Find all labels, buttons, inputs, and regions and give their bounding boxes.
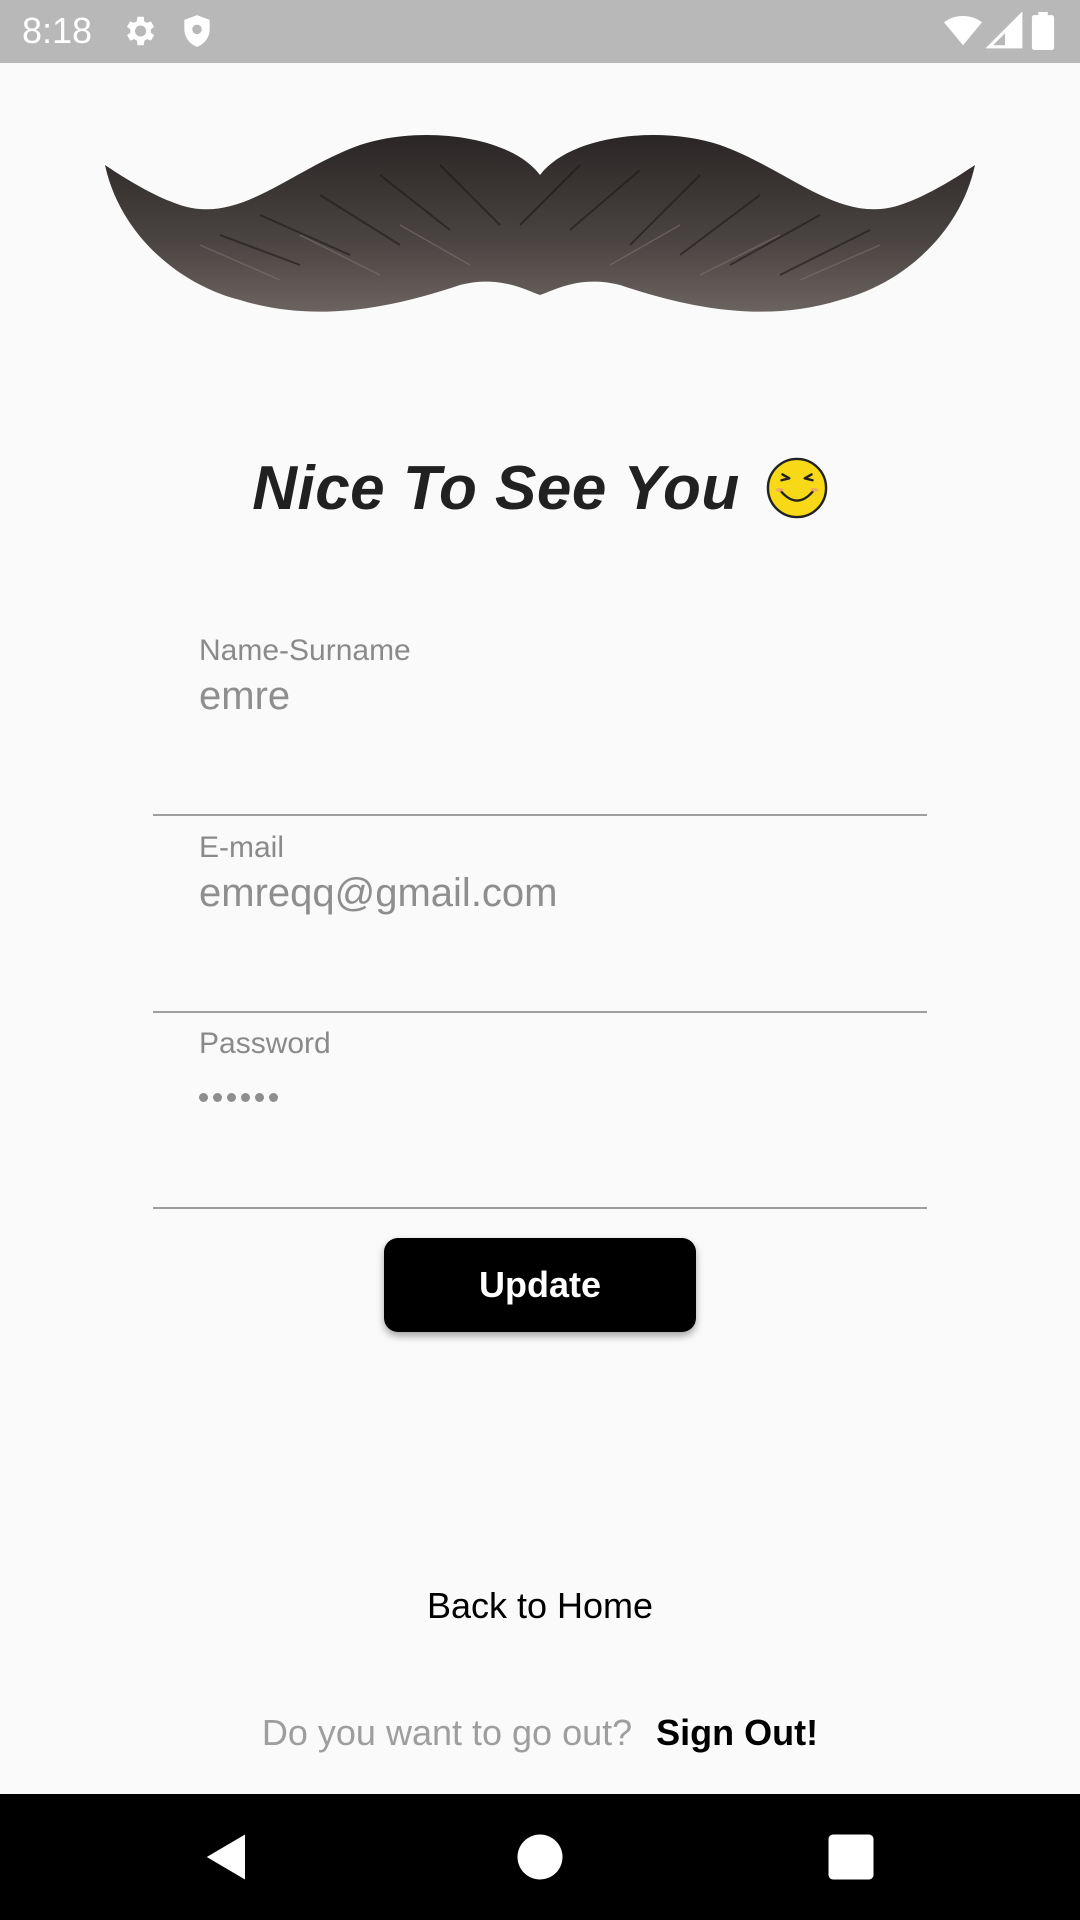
password-field-label: Password: [199, 1027, 331, 1060]
password-mask-dot: [213, 1093, 222, 1102]
recents-icon[interactable]: [824, 1830, 878, 1884]
shield-icon: [178, 12, 216, 50]
password-input[interactable]: [199, 1093, 278, 1107]
settings-icon: [120, 12, 158, 50]
password-field[interactable]: Password: [153, 1027, 927, 1209]
name-field-label: Name-Surname: [199, 634, 411, 667]
email-field-label: E-mail: [199, 831, 285, 864]
name-field[interactable]: Name-Surname emre: [153, 634, 927, 816]
email-input[interactable]: emreqq@gmail.com: [199, 871, 899, 916]
home-icon[interactable]: [513, 1830, 567, 1884]
battery-icon: [1030, 12, 1056, 50]
password-mask-dot: [269, 1093, 278, 1102]
signout-link[interactable]: Sign Out!: [656, 1712, 818, 1754]
password-mask-dot: [255, 1093, 264, 1102]
password-mask-dot: [241, 1093, 250, 1102]
status-bar: 8:18: [0, 0, 1080, 63]
greeting-title-row: Nice To See You: [0, 448, 1080, 528]
signal-icon: [986, 12, 1024, 50]
laughing-smiley-icon: [766, 457, 828, 519]
screen: 8:18 Nice To See You Name-Surname emre E…: [0, 0, 1080, 1920]
password-mask-dot: [199, 1093, 208, 1102]
status-time: 8:18: [22, 10, 93, 51]
back-icon[interactable]: [200, 1830, 254, 1884]
signout-question: Do you want to go out?: [261, 1712, 633, 1753]
page-title: Nice To See You: [252, 453, 740, 523]
navigation-bar: [0, 1794, 1080, 1920]
back-to-home-link[interactable]: Back to Home: [0, 1585, 1080, 1627]
name-input[interactable]: emre: [199, 674, 899, 719]
update-button[interactable]: Update: [384, 1238, 696, 1332]
wifi-icon: [944, 12, 982, 50]
email-field[interactable]: E-mail emreqq@gmail.com: [153, 831, 927, 1013]
mustache-illustration: [100, 115, 980, 395]
signout-row: Do you want to go out? Sign Out!: [0, 1712, 1080, 1754]
password-mask-dot: [227, 1093, 236, 1102]
